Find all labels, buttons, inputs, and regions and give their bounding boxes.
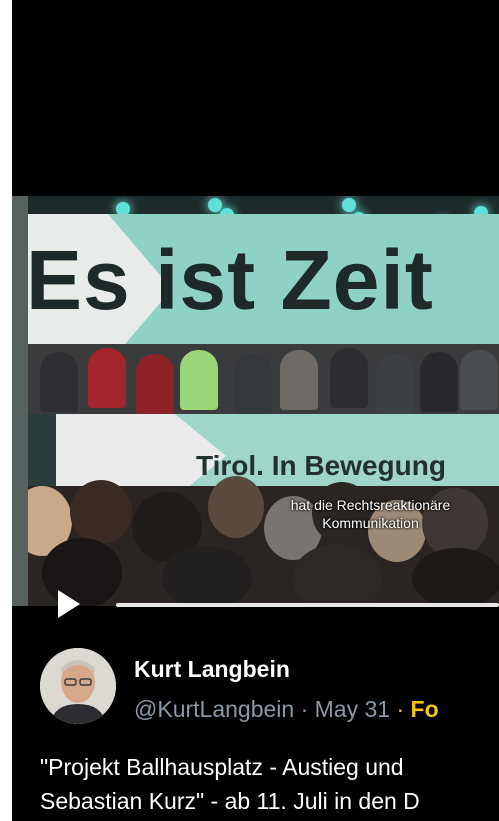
separator-dot: ·: [300, 696, 309, 722]
stage-pole: [12, 196, 28, 606]
banner-slogan: Es ist Zeit: [26, 233, 434, 327]
caption-line: hat die Rechtsreaktionäre: [290, 497, 451, 513]
stage-light: [342, 198, 356, 212]
stage-light: [208, 198, 222, 212]
tweet-card: Es ist Zeit Tirol. In Bewegung hat die R…: [12, 0, 499, 821]
avatar[interactable]: [40, 648, 116, 724]
handle[interactable]: @KurtLangbein: [134, 696, 294, 722]
tweet-meta: @KurtLangbein · May 31 · Fo: [134, 696, 439, 723]
display-name[interactable]: Kurt Langbein: [134, 656, 290, 683]
tweet-text-line: "Projekt Ballhausplatz - Austieg und: [40, 754, 404, 780]
separator-dot: ·: [396, 696, 405, 722]
avatar-portrait: [40, 648, 116, 724]
follow-button[interactable]: Fo: [411, 696, 439, 722]
play-icon[interactable]: [58, 590, 80, 618]
caption-line: Kommunikation: [322, 515, 419, 531]
video-progress-bar[interactable]: [116, 603, 499, 607]
video-player[interactable]: Es ist Zeit Tirol. In Bewegung hat die R…: [12, 196, 499, 606]
video-caption: hat die Rechtsreaktionäre Kommunikation: [242, 496, 499, 532]
tweet-text-line: Sebastian Kurz" - ab 11. Juli in den D: [40, 788, 420, 814]
people-on-stage: [12, 344, 499, 414]
tweet-date[interactable]: May 31: [315, 696, 390, 722]
tweet-text: "Projekt Ballhausplatz - Austieg und Seb…: [40, 750, 420, 818]
